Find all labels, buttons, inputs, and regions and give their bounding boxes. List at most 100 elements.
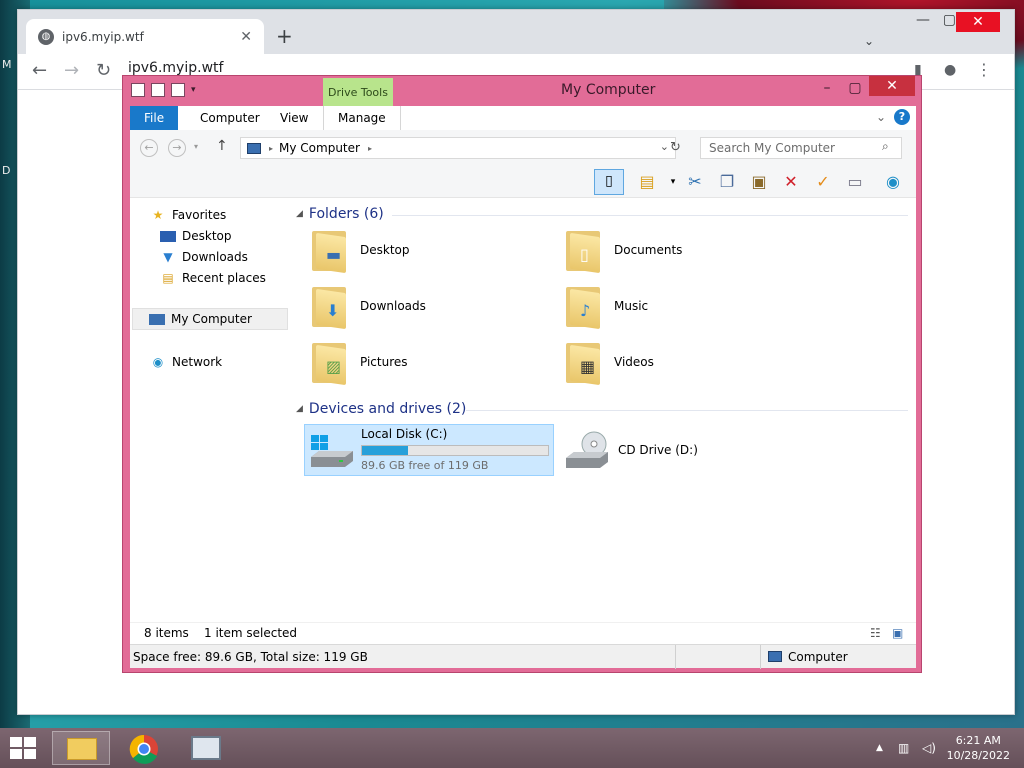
explorer-titlebar: ▾ Drive Tools My Computer – ▢ ✕ [123,76,921,106]
paste-icon[interactable]: ▣ [748,171,770,193]
nav-item-network[interactable]: ◉ Network [150,355,222,369]
devices-group-header[interactable]: ◢ Devices and drives (2) [296,401,466,417]
tab-manage[interactable]: Manage [323,106,401,130]
show-hidden-icons[interactable]: ▲ [876,743,883,753]
desktop-icon [160,230,176,242]
collapse-triangle-icon: ◢ [296,404,303,414]
cd-drive-icon [566,431,608,468]
folder-item[interactable]: ▦ Videos [564,339,654,386]
help-button[interactable]: ? [894,109,910,125]
computer-icon[interactable] [131,83,145,97]
back-button[interactable]: ← [140,139,158,157]
refresh-icon[interactable]: ↻ [670,140,681,155]
taskbar-monitor-app[interactable] [176,731,234,765]
address-row: ← → ▾ ↑ ▸ My Computer ▸ ⌄ ↻ Search My Co… [130,130,916,166]
taskbar-file-explorer[interactable] [52,731,110,765]
clock[interactable]: 6:21 AM 10/28/2022 [947,733,1010,763]
folder-item[interactable]: ▬ Desktop [310,227,410,274]
nav-item-desktop[interactable]: Desktop [160,229,232,243]
properties-dropdown-icon[interactable]: ▾ [662,171,684,193]
ribbon-tabs: File Computer View Manage ⌄ ? [130,106,916,130]
explorer-minimize-button[interactable]: – [813,78,841,98]
browser-tab-title: ipv6.myip.wtf [62,29,144,44]
browser-tab[interactable]: ◍ ipv6.myip.wtf ✕ [26,19,264,54]
browser-maximize-button[interactable]: ▢ [943,12,956,28]
recent-places-icon: ▤ [162,271,174,285]
drive-info-icon[interactable]: ▭ [844,171,866,193]
url-bar[interactable]: ipv6.myip.wtf [128,60,223,76]
network-tray-icon[interactable]: ▥ [898,741,909,755]
quick-access-toolbar: ▾ [131,83,196,97]
profile-avatar-icon[interactable]: ● [944,62,956,78]
recent-locations-chevron-icon[interactable]: ▾ [194,142,198,151]
preview-pane-icon[interactable]: ▯ [594,169,624,195]
location-label: Computer [788,650,848,664]
address-bar[interactable]: ▸ My Computer ▸ ⌄ [240,137,676,159]
folder-item[interactable]: ♪ Music [564,283,648,330]
tab-computer[interactable]: Computer [186,106,274,130]
explorer-maximize-button[interactable]: ▢ [841,78,869,98]
folder-item[interactable]: ▯ Documents [564,227,682,274]
explorer-window: ▾ Drive Tools My Computer – ▢ ✕ File Com… [122,75,922,673]
chrome-icon [129,734,158,764]
drive-d-name: CD Drive (D:) [618,443,698,457]
drive-c-item[interactable]: Local Disk (C:) 89.6 GB free of 119 GB [304,424,554,476]
search-input[interactable]: Search My Computer [700,137,902,159]
selection-count: 1 item selected [204,626,298,640]
tab-close-icon[interactable]: ✕ [240,29,252,45]
nav-item-my-computer[interactable]: My Computer [132,308,288,330]
tab-search-chevron-icon[interactable]: ⌄ [864,34,874,48]
cut-icon[interactable]: ✂ [684,171,706,193]
browser-close-button[interactable]: ✕ [956,12,1000,32]
delete-icon[interactable]: ✕ [780,171,802,193]
taskbar-chrome[interactable] [114,731,172,765]
tab-view[interactable]: View [266,106,322,130]
taskbar: ▲ ▥ ◁) 6:21 AM 10/28/2022 [0,728,1024,768]
folder-item[interactable]: ▨ Pictures [310,339,408,386]
globe-icon: ◍ [38,28,54,45]
menu-kebab-icon[interactable]: ⋮ [976,60,992,79]
new-folder-icon[interactable] [171,83,185,97]
network-globe-icon[interactable]: ◉ [882,171,904,193]
nav-item-favorites[interactable]: ★ Favorites [150,208,227,222]
folders-group-header[interactable]: ◢ Folders (6) [296,206,384,222]
nav-label: Recent places [182,271,266,285]
downloads-icon: ▼ [163,250,173,264]
customize-qat-chevron-icon[interactable]: ▾ [191,85,196,95]
nav-item-downloads[interactable]: ▼ Downloads [160,250,248,264]
desktop-label-1: M [2,58,12,71]
search-icon: ⌕ [882,139,889,153]
details-view-icon[interactable]: ☷ [870,626,881,640]
rename-check-icon[interactable]: ✓ [812,171,834,193]
nav-item-recent-places[interactable]: ▤ Recent places [160,271,266,285]
reload-icon[interactable]: ↻ [96,60,111,81]
drive-d-item[interactable]: CD Drive (D:) [564,430,698,470]
ribbon-expand-chevron-icon[interactable]: ⌄ [876,110,886,124]
navigation-pane: ★ Favorites Desktop ▼ Downloads ▤ Recent… [130,198,290,622]
forward-button[interactable]: → [168,139,186,157]
volume-icon[interactable]: ◁) [922,741,936,755]
drive-c-usage-bar [361,445,549,456]
copy-icon[interactable]: ❐ [716,171,738,193]
date: 10/28/2022 [946,749,1010,762]
up-arrow-icon[interactable]: ↑ [216,138,228,154]
explorer-close-button[interactable]: ✕ [869,76,915,96]
folder-videos-icon: ▦ [564,339,604,386]
browser-minimize-button[interactable]: — [916,12,930,28]
tab-file[interactable]: File [130,106,179,130]
windows-start-icon[interactable] [10,737,38,759]
status-bar: 8 items 1 item selected ☷ ▣ [130,622,916,644]
folder-item[interactable]: ⬇ Downloads [310,283,426,330]
content-pane: ◢ Folders (6) ▬ Desktop ▯ Documents ⬇ Do… [296,198,916,622]
back-arrow-icon[interactable]: ← [32,60,47,81]
new-tab-button[interactable]: + [276,24,293,48]
forward-arrow-icon[interactable]: → [64,60,79,81]
address-dropdown-chevron-icon[interactable]: ⌄ [660,140,669,153]
properties-icon[interactable] [151,83,165,97]
local-disk-icon [311,435,353,467]
properties-icon[interactable]: ▤ [636,171,658,193]
collapse-triangle-icon: ◢ [296,209,303,219]
divider [760,645,761,669]
nav-label: My Computer [171,312,252,326]
large-icons-view-icon[interactable]: ▣ [892,626,903,640]
